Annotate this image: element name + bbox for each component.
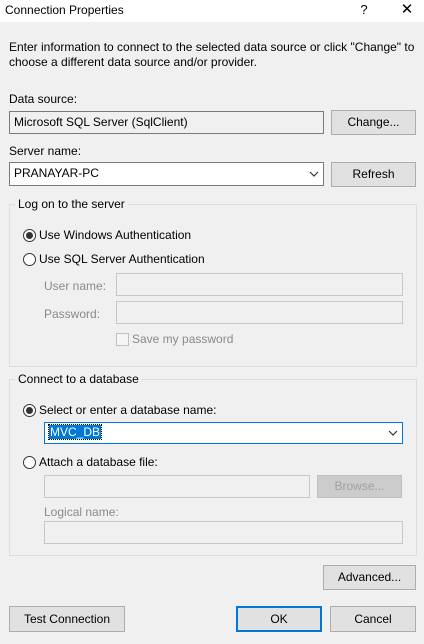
- chevron-down-icon[interactable]: [308, 168, 320, 180]
- server-name-label: Server name:: [9, 144, 82, 158]
- username-label: User name:: [44, 279, 107, 293]
- save-password-label[interactable]: Save my password: [132, 332, 233, 346]
- data-source-field: Microsoft SQL Server (SqlClient): [9, 111, 324, 134]
- close-button[interactable]: ✕: [396, 0, 418, 22]
- cancel-button[interactable]: Cancel: [330, 606, 416, 632]
- windows-auth-radio[interactable]: [23, 229, 36, 242]
- logical-name-input[interactable]: [44, 521, 403, 544]
- database-name-combo[interactable]: MVC_DB: [44, 422, 403, 444]
- change-button[interactable]: Change...: [331, 110, 416, 135]
- instructions-text: Enter information to connect to the sele…: [9, 40, 415, 69]
- select-db-label[interactable]: Select or enter a database name:: [39, 403, 216, 417]
- sql-auth-radio[interactable]: [23, 253, 36, 266]
- refresh-button[interactable]: Refresh: [331, 162, 416, 187]
- data-source-value: Microsoft SQL Server (SqlClient): [14, 115, 188, 129]
- attach-file-input[interactable]: [44, 475, 310, 498]
- windows-auth-label[interactable]: Use Windows Authentication: [39, 228, 191, 242]
- logical-name-label: Logical name:: [44, 505, 119, 519]
- ok-button[interactable]: OK: [236, 606, 322, 632]
- test-connection-button[interactable]: Test Connection: [9, 606, 125, 632]
- database-name-value[interactable]: MVC_DB: [47, 424, 103, 440]
- server-name-value: PRANAYAR-PC: [14, 166, 99, 180]
- chevron-down-icon[interactable]: [387, 427, 399, 439]
- logon-group-title: Log on to the server: [15, 197, 128, 211]
- advanced-button[interactable]: Advanced...: [323, 565, 416, 590]
- username-input[interactable]: [116, 273, 403, 296]
- browse-button[interactable]: Browse...: [317, 475, 402, 498]
- help-button[interactable]: ?: [354, 0, 374, 22]
- select-db-radio[interactable]: [23, 404, 36, 417]
- attach-db-radio[interactable]: [23, 456, 36, 469]
- password-input[interactable]: [116, 301, 403, 324]
- window-title: Connection Properties: [5, 3, 124, 17]
- save-password-checkbox[interactable]: [116, 333, 129, 346]
- database-group-title: Connect to a database: [15, 372, 142, 386]
- server-name-combo[interactable]: PRANAYAR-PC: [9, 162, 324, 186]
- attach-db-label[interactable]: Attach a database file:: [39, 455, 158, 469]
- sql-auth-label[interactable]: Use SQL Server Authentication: [39, 252, 205, 266]
- data-source-label: Data source:: [9, 92, 78, 106]
- password-label: Password:: [44, 307, 101, 321]
